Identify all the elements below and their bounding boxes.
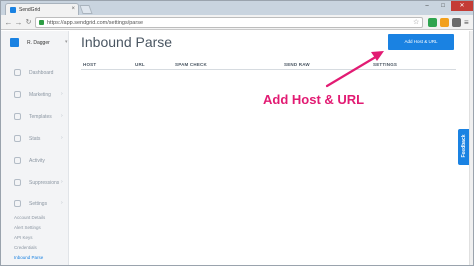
feedback-label: Feedback — [461, 134, 467, 158]
account-name: R. Dagger — [27, 40, 50, 46]
stats-icon — [14, 135, 21, 142]
extension-icon[interactable] — [428, 18, 437, 27]
sidebar-item-dashboard[interactable]: Dashboard — [1, 67, 69, 79]
column-header-settings: SETTINGS — [373, 62, 398, 67]
suppressions-icon — [14, 179, 21, 186]
tab-strip: SendGrid × – □ ✕ — [1, 1, 473, 15]
templates-icon — [14, 113, 21, 120]
new-tab-button[interactable] — [79, 5, 93, 14]
sidebar-item-stats[interactable]: Stats › — [1, 133, 69, 145]
sidebar-subitem-account-details[interactable]: Account Details — [14, 215, 45, 220]
sidebar-item-marketing[interactable]: Marketing › — [1, 89, 69, 101]
sidebar-item-templates[interactable]: Templates › — [1, 111, 69, 123]
maximize-button[interactable]: □ — [435, 1, 451, 11]
chevron-right-icon: › — [61, 179, 63, 185]
sidebar-item-label: Settings — [29, 201, 48, 207]
browser-window: SendGrid × – □ ✕ ← → ↻ https://app.sendg… — [0, 0, 474, 266]
lock-icon — [39, 20, 44, 25]
chevron-down-icon: › — [61, 200, 63, 206]
tab-close-icon[interactable]: × — [71, 6, 75, 12]
activity-icon — [14, 157, 21, 164]
sidebar-item-label: Dashboard — [29, 70, 54, 76]
sidebar-item-suppressions[interactable]: Suppressions › — [1, 177, 69, 189]
browser-toolbar: ← → ↻ https://app.sendgrid.com/settings/… — [1, 15, 473, 30]
sidebar-subitem-credentials[interactable]: Credentials — [14, 245, 37, 250]
chevron-right-icon: › — [61, 91, 63, 97]
chevron-right-icon: › — [61, 135, 63, 141]
dashboard-icon — [14, 69, 21, 76]
main-content: Inbound Parse Add Host & URL HOST URL SP… — [69, 31, 473, 265]
sidebar-subitem-inbound-parse[interactable]: Inbound Parse — [14, 255, 43, 260]
extension-icon[interactable] — [452, 18, 461, 27]
sendgrid-favicon-icon — [10, 7, 16, 13]
back-arrow-icon[interactable]: ← — [4, 18, 13, 27]
reload-icon[interactable]: ↻ — [24, 18, 33, 27]
settings-icon — [14, 200, 21, 207]
sidebar-item-label: Suppressions — [29, 180, 60, 186]
sidebar-item-label: Marketing — [29, 92, 51, 98]
marketing-icon — [14, 91, 21, 98]
column-header-host: HOST — [83, 62, 97, 67]
minimize-button[interactable]: – — [419, 1, 435, 11]
page-scrollbar[interactable] — [469, 31, 473, 265]
sidebar-item-settings[interactable]: Settings › — [1, 198, 69, 210]
sidebar: R. Dagger ▾ Dashboard Marketing › Templa… — [1, 31, 69, 265]
forward-arrow-icon[interactable]: → — [14, 18, 23, 27]
close-window-button[interactable]: ✕ — [451, 1, 473, 11]
extension-icon[interactable] — [440, 18, 449, 27]
annotation-label: Add Host & URL — [263, 92, 365, 107]
page-title: Inbound Parse — [81, 34, 173, 50]
column-header-spam-check: SPAM CHECK — [175, 62, 207, 67]
sidebar-item-activity[interactable]: Activity — [1, 155, 69, 167]
column-header-url: URL — [135, 62, 145, 67]
browser-tab[interactable]: SendGrid × — [5, 3, 79, 15]
feedback-tab[interactable]: Feedback — [458, 129, 469, 165]
sidebar-item-label: Templates — [29, 114, 52, 120]
url-text: https://app.sendgrid.com/settings/parse — [47, 20, 143, 26]
add-host-url-button[interactable]: Add Host & URL — [388, 34, 454, 50]
sendgrid-logo-icon — [10, 38, 19, 47]
sidebar-subitem-alert-settings[interactable]: Alert Settings — [14, 225, 41, 230]
chevron-down-icon: ▾ — [65, 39, 68, 45]
bookmark-star-icon[interactable]: ☆ — [413, 17, 419, 28]
tab-title: SendGrid — [19, 7, 41, 13]
browser-menu-icon[interactable]: ≡ — [464, 18, 469, 27]
sidebar-subitem-api-keys[interactable]: API Keys — [14, 235, 33, 240]
table-header: HOST URL SPAM CHECK SEND RAW SETTINGS — [81, 60, 456, 70]
chevron-right-icon: › — [61, 113, 63, 119]
sidebar-item-label: Activity — [29, 158, 45, 164]
column-header-send-raw: SEND RAW — [284, 62, 310, 67]
address-bar[interactable]: https://app.sendgrid.com/settings/parse — [35, 17, 423, 28]
sidebar-item-label: Stats — [29, 136, 41, 142]
